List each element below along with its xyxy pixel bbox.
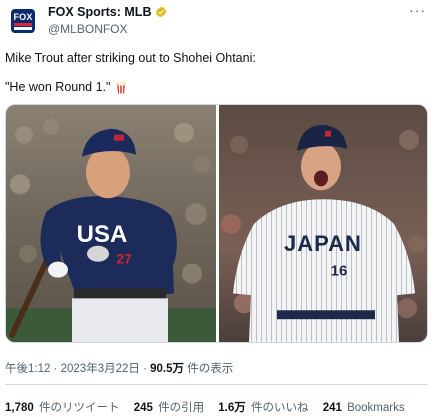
display-name[interactable]: FOX Sports: MLB xyxy=(48,5,151,19)
avatar[interactable]: FOX xyxy=(11,9,35,33)
likes-label: 件のいいね xyxy=(250,402,309,414)
tweet-text-line-2: "He won Round 1." xyxy=(5,80,128,94)
tweet-date[interactable]: 2023年3月22日 xyxy=(61,363,140,375)
quotes-label: 件の引用 xyxy=(158,402,205,414)
right-jersey-text: JAPAN xyxy=(284,231,362,256)
quotes-stat[interactable]: 245 件の引用 xyxy=(134,402,204,414)
retweets-stat[interactable]: 1,780 件のリツイート xyxy=(5,402,119,414)
avatar-text: FOX xyxy=(13,12,33,22)
tweet-time[interactable]: 午後1:12 xyxy=(5,363,50,375)
quotes-count: 245 xyxy=(133,402,153,414)
left-jersey-text: USA xyxy=(77,221,128,248)
likes-count: 1.6万 xyxy=(218,402,246,414)
avatar-stripe-red xyxy=(14,23,32,26)
tweet-quote: "He won Round 1." xyxy=(5,80,111,94)
meta-separator: · xyxy=(139,363,151,375)
avatar-stripe-white xyxy=(14,27,32,30)
name-row: FOX Sports: MLB xyxy=(48,5,167,19)
svg-text:27: 27 xyxy=(116,251,132,267)
popcorn-icon xyxy=(116,80,127,94)
tweet-meta: 午後1:12 · 2023年3月22日 · 90.5万 件の表示 xyxy=(5,360,233,376)
retweets-label: 件のリツイート xyxy=(38,402,120,414)
meta-separator: · xyxy=(50,363,61,375)
right-jersey-number: 16 xyxy=(331,263,348,280)
bookmarks-label: Bookmarks xyxy=(347,402,405,414)
photo-shohei-ohtani[interactable]: JAPAN 16 xyxy=(219,105,428,342)
retweets-count: 1,780 xyxy=(5,402,34,414)
photo-mike-trout[interactable]: USA 27 xyxy=(6,105,216,342)
tweet-text-line-1: Mike Trout after striking out to Shohei … xyxy=(5,51,256,65)
more-horizontal-icon[interactable]: ··· xyxy=(409,2,426,18)
views-count: 90.5万 xyxy=(150,363,185,375)
verified-badge-icon xyxy=(156,6,167,18)
bookmarks-count: 241 xyxy=(322,402,342,414)
likes-stat[interactable]: 1.6万 件のいいね xyxy=(218,402,308,414)
media-grid[interactable]: USA 27 JAPAN 16 xyxy=(5,104,428,343)
account-handle[interactable]: @MLBONFOX xyxy=(48,22,128,36)
engagement-stats: 1,780 件のリツイート 245 件の引用 1.6万 件のいいね 241 Bo… xyxy=(5,399,416,415)
bookmarks-stat[interactable]: 241 Bookmarks xyxy=(323,402,405,414)
divider xyxy=(5,384,428,385)
views-label: 件の表示 xyxy=(184,363,234,375)
